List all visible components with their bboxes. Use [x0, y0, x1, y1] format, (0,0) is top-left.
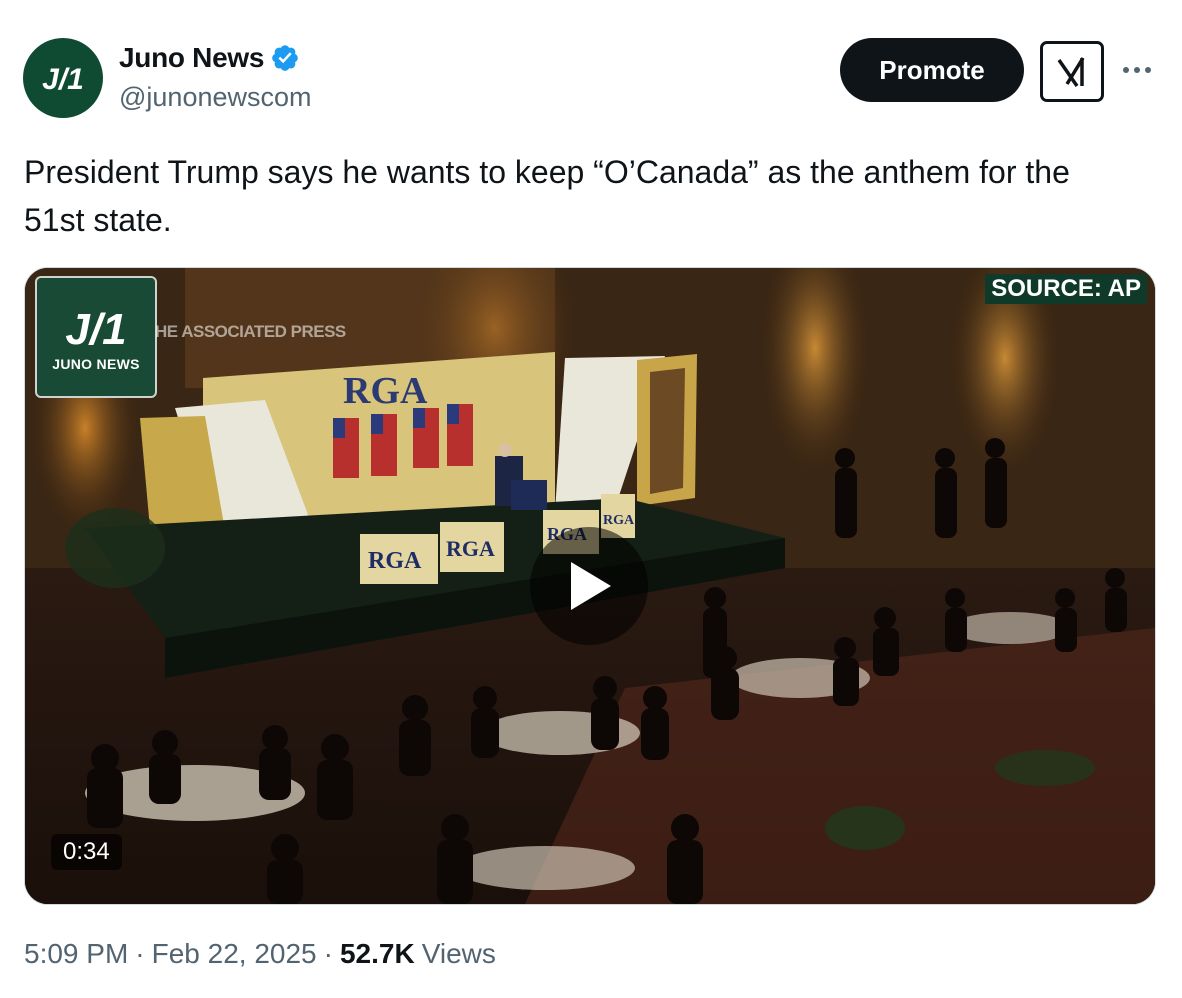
author-name-row[interactable]: Juno News — [119, 42, 300, 74]
grok-icon — [1057, 56, 1085, 87]
tweet-text: President Trump says he wants to keep “O… — [24, 154, 1070, 238]
separator: · — [135, 938, 145, 969]
separator: · — [323, 938, 333, 969]
views-count: 52.7K — [339, 938, 415, 969]
tweet-time[interactable]: 5:09 PM — [24, 938, 128, 970]
svg-text:RGA: RGA — [343, 370, 428, 412]
juno-logo-icon: J/1 — [42, 63, 84, 96]
svg-text:RGA: RGA — [446, 536, 495, 561]
logo-subtitle: JUNO NEWS — [52, 356, 140, 372]
verified-badge-icon — [272, 45, 298, 71]
play-icon — [571, 562, 611, 610]
svg-text:J/1: J/1 — [65, 305, 126, 352]
author-display-name[interactable]: Juno News — [119, 42, 264, 74]
avatar[interactable]: J/1 — [23, 38, 103, 118]
more-icon — [1123, 67, 1151, 73]
views-label: Views — [421, 938, 496, 969]
svg-text:J/1: J/1 — [42, 63, 84, 96]
juno-news-logo: J/1 JUNO NEWS — [35, 276, 157, 398]
source-label: SOURCE: AP — [985, 274, 1147, 304]
promote-button[interactable]: Promote — [840, 38, 1024, 102]
tweet-meta: 5:09 PM · Feb 22, 2025 · 52.7K Views — [24, 938, 496, 970]
juno-logo-mark-icon: J/1 — [65, 305, 126, 352]
more-options-button[interactable] — [1117, 52, 1157, 88]
video-player[interactable]: RGA RGA RGA RGA RGA — [24, 267, 1156, 905]
play-button[interactable] — [530, 527, 648, 645]
grok-button[interactable] — [1040, 41, 1104, 102]
ap-watermark: HE ASSOCIATED PRESS — [155, 322, 346, 341]
svg-text:RGA: RGA — [368, 548, 422, 574]
video-duration: 0:34 — [51, 834, 122, 870]
svg-text:RGA: RGA — [603, 513, 635, 528]
tweet-date[interactable]: Feb 22, 2025 — [152, 938, 317, 970]
author-handle[interactable]: @junonewscom — [119, 82, 312, 113]
